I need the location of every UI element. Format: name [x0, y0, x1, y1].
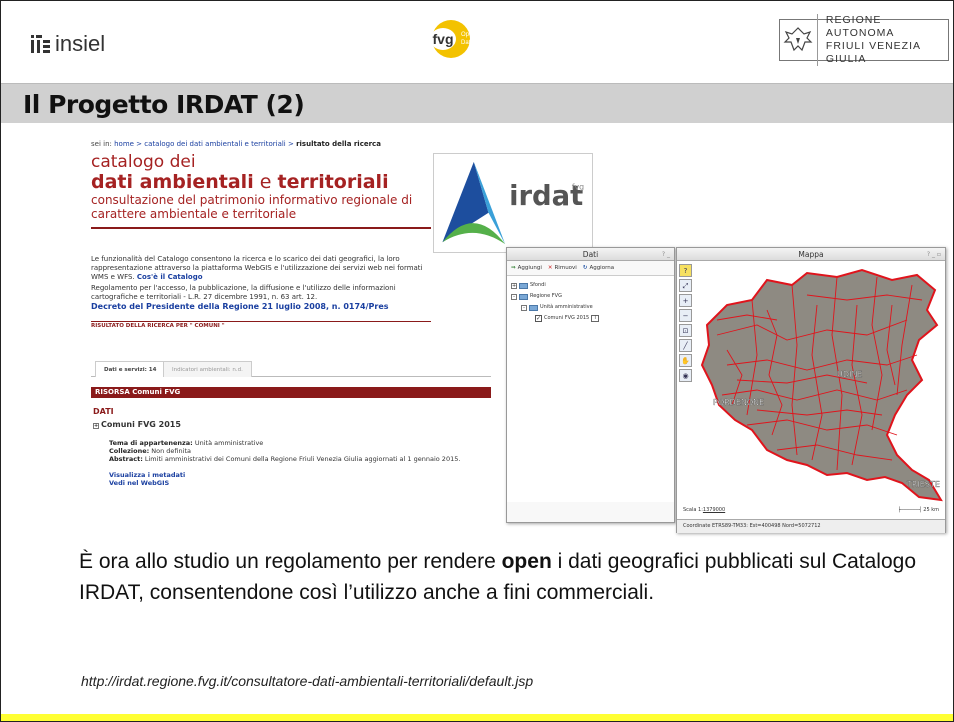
collapse-icon: - — [511, 293, 517, 300]
open-keyword: open — [501, 550, 552, 573]
expand-icon: + — [511, 282, 517, 289]
dati-panel: Dati ? _ ⇒ Aggiungi ✕ Rimuovi ↻ Aggiorna + S… — [506, 247, 675, 523]
add-icon: ⇒ — [511, 265, 516, 271]
catalog-intro: Le funzionalità del Catalogo consentono … — [91, 255, 431, 311]
catalog-heading: catalogo dei dati ambientali e territori… — [91, 153, 431, 229]
breadcrumb-path[interactable]: home > catalogo dei dati ambientali e te… — [114, 140, 296, 148]
fvg-open-data-logo: fvg Open Data — [430, 20, 476, 58]
folder-icon — [519, 293, 528, 300]
slide: insiel fvg Open Data REGIONE AUTONOMA FR… — [0, 0, 954, 722]
identify-tool-icon[interactable]: ? — [679, 264, 692, 277]
insiel-logo: insiel — [31, 31, 105, 57]
tab-indicatori-ambientali[interactable]: Indicatori ambientali: n.d. — [163, 361, 252, 377]
regione-fvg-logo: REGIONE AUTONOMA FRIULI VENEZIA GIULIA — [779, 14, 949, 66]
tab-dati-servizi[interactable]: Dati e servizi: 14 — [95, 361, 166, 377]
view-webgis-link[interactable]: Vedi nel WebGIS — [109, 479, 489, 487]
regione-name-line1: REGIONE AUTONOMA — [825, 14, 895, 39]
svg-text:fvg: fvg — [572, 182, 584, 191]
collapse-icon: - — [521, 304, 527, 311]
breadcrumb-current: risultato della ricerca — [296, 140, 381, 148]
full-extent-icon[interactable]: ⤢ — [679, 279, 692, 292]
slide-header: insiel fvg Open Data REGIONE AUTONOMA FR… — [1, 1, 953, 83]
pan-icon[interactable]: ✋ — [679, 354, 692, 367]
refresh-button[interactable]: ↻ Aggiorna — [583, 265, 614, 271]
tree-node-sfondi[interactable]: + Sfondi — [511, 280, 670, 291]
catalog-page-screenshot: sei in: home > catalogo dei dati ambient… — [83, 131, 593, 521]
mappa-panel: Mappa ? _ ▫ ? ⤢ + − ⊡ ╱ ✋ ◉ UDINE PORDEN… — [676, 247, 946, 533]
map-coordinates-status: Coordinate ETRS89-TM33: Est=400498 Nord=… — [677, 519, 945, 533]
irdat-url[interactable]: http://irdat.regione.fvg.it/consultatore… — [81, 673, 533, 689]
decree-link[interactable]: Decreto del Presidente della Regione 21 … — [91, 302, 431, 311]
slide-title: Il Progetto IRDAT (2) — [23, 90, 305, 119]
tree-node-unita-amministrative[interactable]: - Unità amministrative — [511, 302, 670, 313]
zoom-in-icon[interactable]: + — [679, 294, 692, 307]
dati-panel-titlebar[interactable]: Dati ? _ — [507, 248, 674, 261]
risorsa-header: RISORSA Comuni FVG — [91, 387, 491, 398]
svg-text:TRIESTE: TRIESTE — [906, 480, 940, 489]
add-layer-button[interactable]: ⇒ Aggiungi — [511, 265, 542, 271]
title-bar: Il Progetto IRDAT (2) — [1, 83, 953, 123]
tree-node-regione-fvg[interactable]: - Regione FVG — [511, 291, 670, 302]
irdat-logo: irdat fvg — [433, 153, 593, 253]
bottom-accent-bar — [1, 714, 953, 721]
map-area[interactable]: ? ⤢ + − ⊡ ╱ ✋ ◉ UDINE PORDENONE TRIESTE … — [677, 261, 945, 519]
folder-icon — [519, 282, 528, 289]
measure-icon[interactable]: ╱ — [679, 339, 692, 352]
dati-heading: DATI — [93, 407, 114, 416]
svg-text:UDINE: UDINE — [837, 370, 862, 379]
zoom-box-icon[interactable]: ⊡ — [679, 324, 692, 337]
result-tabs: Dati e servizi: 14 Indicatori ambientali… — [91, 357, 491, 377]
comuni-item[interactable]: + Comuni FVG 2015 — [93, 420, 181, 429]
remove-icon: ✕ — [547, 265, 553, 271]
slide-body-text: È ora allo studio un regolamento per ren… — [79, 550, 916, 604]
search-result-label: RISULTATO DELLA RICERCA PER " COMUNI " — [91, 321, 431, 329]
svg-text:Open: Open — [461, 32, 476, 38]
layers-icon[interactable]: ◉ — [679, 369, 692, 382]
svg-text:PORDENONE: PORDENONE — [713, 398, 764, 407]
regione-eagle-icon — [780, 20, 817, 60]
svg-text:Data: Data — [461, 40, 474, 46]
insiel-mark-icon — [31, 35, 51, 53]
resource-details: Tema di appartenenza: Unità amministrati… — [109, 439, 489, 487]
scalebar: ├──────┤ 25 km — [897, 507, 939, 513]
mappa-panel-titlebar[interactable]: Mappa ? _ ▫ — [677, 248, 945, 261]
regione-name-line2: FRIULI VENEZIA GIULIA — [825, 40, 921, 65]
folder-open-icon — [529, 304, 538, 311]
view-metadata-link[interactable]: Visualizza i metadati — [109, 471, 489, 479]
info-icon[interactable]: i — [591, 315, 600, 322]
zoom-out-icon[interactable]: − — [679, 309, 692, 322]
dati-toolbar: ⇒ Aggiungi ✕ Rimuovi ↻ Aggiorna — [507, 261, 674, 276]
mappa-panel-controls[interactable]: ? _ ▫ — [927, 248, 941, 261]
layer-tree: + Sfondi - Regione FVG - Unità amministrati… — [507, 276, 674, 502]
map-scale: Scala 1:1379000 ├──────┤ 25 km — [683, 507, 939, 513]
insiel-wordmark: insiel — [55, 31, 106, 56]
remove-layer-button[interactable]: ✕ Rimuovi — [548, 265, 577, 271]
svg-text:fvg: fvg — [433, 31, 454, 47]
breadcrumb: sei in: home > catalogo dei dati ambient… — [91, 140, 381, 148]
map-toolbar: ? ⤢ + − ⊡ ╱ ✋ ◉ — [679, 264, 693, 384]
cos-e-il-catalogo-link[interactable]: Cos'è il Catalogo — [137, 273, 203, 281]
layer-checkbox[interactable]: ✓ — [535, 315, 542, 322]
tree-node-comuni-fvg-2015[interactable]: ✓ Comuni FVG 2015 i — [511, 313, 670, 324]
dati-panel-controls[interactable]: ? _ — [662, 248, 670, 261]
friuli-municipalities-map[interactable]: UDINE PORDENONE TRIESTE — [697, 265, 943, 505]
refresh-icon: ↻ — [582, 265, 588, 271]
catalog-subtitle: consultazione del patrimonio informativo… — [91, 193, 413, 221]
